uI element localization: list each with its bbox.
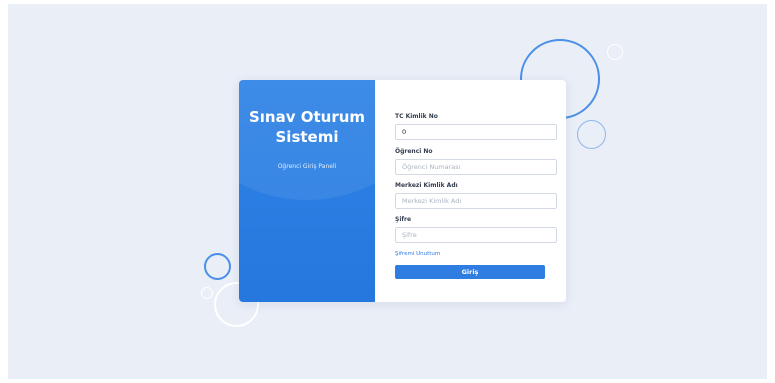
tc-input[interactable]: 0 bbox=[395, 124, 557, 140]
decor-circle-small bbox=[607, 44, 623, 60]
tc-field: TC Kimlik No 0 bbox=[395, 113, 557, 140]
decor-circle-tiny bbox=[201, 287, 213, 299]
panel-subtitle: Öğrenci Giriş Paneli bbox=[277, 163, 337, 170]
password-label: Şifre bbox=[395, 216, 412, 223]
decor-circle-blue bbox=[204, 253, 231, 280]
password-input[interactable]: Şifre bbox=[395, 227, 557, 243]
forgot-password-link[interactable]: Şifremi Unuttum bbox=[395, 251, 440, 257]
page-background: Sınav Oturum Sistemi Öğrenci Giriş Panel… bbox=[8, 4, 767, 379]
student-no-field: Öğrenci No Öğrenci Numarası bbox=[395, 148, 557, 175]
central-id-field: Merkezi Kimlik Adı Merkezi Kimlik Adı bbox=[395, 182, 557, 209]
login-form: TC Kimlik No 0 Öğrenci No Öğrenci Numara… bbox=[375, 80, 566, 302]
student-no-input[interactable]: Öğrenci Numarası bbox=[395, 159, 557, 175]
tc-label: TC Kimlik No bbox=[395, 113, 438, 120]
brand-panel: Sınav Oturum Sistemi Öğrenci Giriş Panel… bbox=[239, 80, 375, 302]
decor-circle-medium bbox=[577, 120, 606, 149]
password-field: Şifre Şifre bbox=[395, 216, 557, 243]
app-title: Sınav Oturum Sistemi bbox=[248, 108, 366, 146]
student-no-label: Öğrenci No bbox=[395, 148, 433, 155]
central-id-label: Merkezi Kimlik Adı bbox=[395, 182, 458, 189]
central-id-input[interactable]: Merkezi Kimlik Adı bbox=[395, 193, 557, 209]
login-card: Sınav Oturum Sistemi Öğrenci Giriş Panel… bbox=[239, 80, 566, 302]
login-button[interactable]: Giriş bbox=[395, 265, 545, 279]
